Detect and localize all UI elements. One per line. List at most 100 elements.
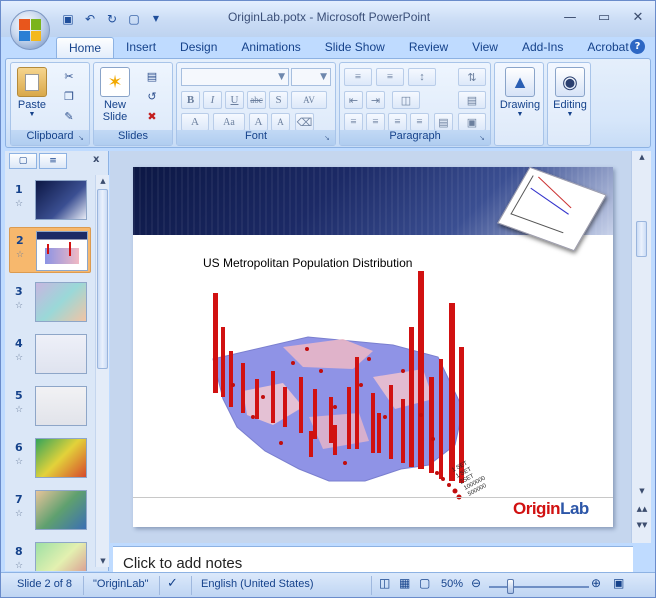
paste-button[interactable]: Paste ▼ [17,67,47,118]
close-button[interactable]: ✕ [627,8,649,26]
scroll-up-icon[interactable]: ▲ [96,175,110,187]
strikethrough-button[interactable]: abc [247,91,266,109]
spelling-check-icon[interactable]: ✓ [167,575,178,591]
line-spacing-button[interactable]: ↕ [408,68,436,86]
char-spacing-button[interactable]: AV [291,91,327,109]
pane-tabs: ▢ ≡ [9,153,67,171]
scroll-up-icon[interactable]: ▲ [635,151,649,163]
pane-close-icon[interactable]: x [93,154,99,165]
outline-tab-icon[interactable]: ≡ [39,153,67,169]
thumb-image [36,231,88,271]
animation-star-icon: ☆ [15,457,24,467]
shadow-button[interactable]: S [269,91,288,109]
paragraph-launcher-icon[interactable]: ↘ [479,134,488,143]
clipboard-icon [17,67,47,97]
distribute-button[interactable]: ▤ [434,113,453,131]
new-slide-label: New [103,99,126,111]
text-direction-button[interactable]: ⇅ [458,68,486,86]
slide-thumbnail-selected[interactable]: 2 ☆ [9,227,91,273]
thumb-image [35,542,87,571]
tab-slide-show[interactable]: Slide Show [313,37,397,59]
clipboard-launcher-icon[interactable]: ↘ [78,134,87,143]
font-color-button[interactable]: A [181,113,209,131]
zoom-out-icon[interactable]: ⊖ [471,576,481,590]
tab-home[interactable]: Home [56,37,115,59]
slide-show-icon[interactable]: ▢ [419,576,430,590]
main-scrollbar[interactable]: ▲ ▼ ▲▲ ▼▼ [631,151,651,543]
thumb-image [35,438,87,478]
tab-add-ins[interactable]: Add-Ins [510,37,575,59]
language[interactable]: English (United States) [201,578,314,590]
slides-pane-scrollbar[interactable]: ▲ ▼ [95,175,109,567]
slide-counter: Slide 2 of 8 [17,578,73,590]
scroll-down-icon[interactable]: ▼ [96,555,110,567]
next-slide-icon[interactable]: ▼▼ [635,519,649,531]
zoom-in-icon[interactable]: ⊕ [591,576,601,590]
align-left-button[interactable]: ≡ [344,113,363,131]
font-launcher-icon[interactable]: ↘ [324,134,333,143]
align-right-button[interactable]: ≡ [388,113,407,131]
slide-thumbnail[interactable]: 3 ☆ [9,279,91,325]
previous-slide-icon[interactable]: ▲▲ [635,503,649,515]
layout-icon[interactable]: ▤ [144,69,160,84]
bold-button[interactable]: B [181,91,200,109]
underline-button[interactable]: U [225,91,244,109]
thumb-number: 5 [15,389,23,402]
reset-icon[interactable]: ↺ [144,89,160,104]
animation-star-icon: ☆ [15,509,24,519]
editing-button[interactable]: ◉ Editing ▼ [549,67,591,118]
columns-button[interactable]: ◫ [392,91,420,109]
tab-view[interactable]: View [460,37,510,59]
delete-slide-icon[interactable]: ✖ [144,109,160,124]
thumb-image [35,180,87,220]
smartart-button[interactable]: ▣ [458,113,486,131]
format-painter-icon[interactable]: ✎ [61,109,77,124]
tab-design[interactable]: Design [168,37,229,59]
notes-pane[interactable]: Click to add notes [113,546,633,572]
grow-font-button[interactable]: A [249,113,268,131]
slide-thumbnail[interactable]: 1 ☆ [9,177,91,223]
shrink-font-button[interactable]: A [271,113,290,131]
thumbnail-list: 1 ☆ 2 ☆ 3 ☆ 4 ☆ 5 ☆ 6 ☆ 7 ☆ 8 ☆ [5,175,95,571]
slide-thumbnail[interactable]: 6 ☆ [9,435,91,481]
italic-button[interactable]: I [203,91,222,109]
office-button[interactable] [10,10,50,50]
help-icon[interactable]: ? [630,39,645,54]
slide-canvas[interactable]: US Metropolitan Population Distribution [133,167,613,527]
zoom-level[interactable]: 50% [441,578,463,590]
slide-thumbnail[interactable]: 7 ☆ [9,487,91,533]
slide-thumbnail[interactable]: 8 ☆ [9,539,91,571]
bullets-button[interactable]: ≡ [344,68,372,86]
numbering-button[interactable]: ≡ [376,68,404,86]
font-size-combo[interactable]: ▼ [291,68,331,86]
scroll-down-icon[interactable]: ▼ [635,485,649,497]
tab-insert[interactable]: Insert [114,37,168,59]
cut-icon[interactable]: ✂ [61,69,77,84]
font-group-label: Font [177,130,335,145]
tab-animations[interactable]: Animations [229,37,312,59]
copy-icon[interactable]: ❐ [61,89,77,104]
new-slide-button[interactable]: ✶ New Slide [100,67,130,123]
slides-tab-icon[interactable]: ▢ [9,153,37,169]
justify-button[interactable]: ≡ [410,113,429,131]
zoom-slider[interactable] [489,586,589,588]
slide-thumbnail[interactable]: 5 ☆ [9,383,91,429]
slide-sorter-icon[interactable]: ▦ [399,576,410,590]
align-text-button[interactable]: ▤ [458,91,486,109]
font-name-combo[interactable]: ▼ [181,68,289,86]
increase-indent-button[interactable]: ⇥ [366,91,385,109]
drawing-button[interactable]: ▲ Drawing ▼ [499,67,541,118]
zoom-slider-thumb[interactable] [507,579,514,594]
minimize-button[interactable]: — [559,8,581,26]
scroll-thumb[interactable] [636,221,647,257]
tab-review[interactable]: Review [397,37,460,59]
align-center-button[interactable]: ≡ [366,113,385,131]
normal-view-icon[interactable]: ◫ [379,576,390,590]
fit-to-window-icon[interactable]: ▣ [613,576,624,590]
maximize-button[interactable]: ▭ [593,8,615,26]
clear-format-icon[interactable]: ⌫ [295,113,314,131]
change-case-button[interactable]: Aa [213,113,245,131]
scroll-thumb[interactable] [97,189,108,369]
decrease-indent-button[interactable]: ⇤ [344,91,363,109]
slide-thumbnail[interactable]: 4 ☆ [9,331,91,377]
